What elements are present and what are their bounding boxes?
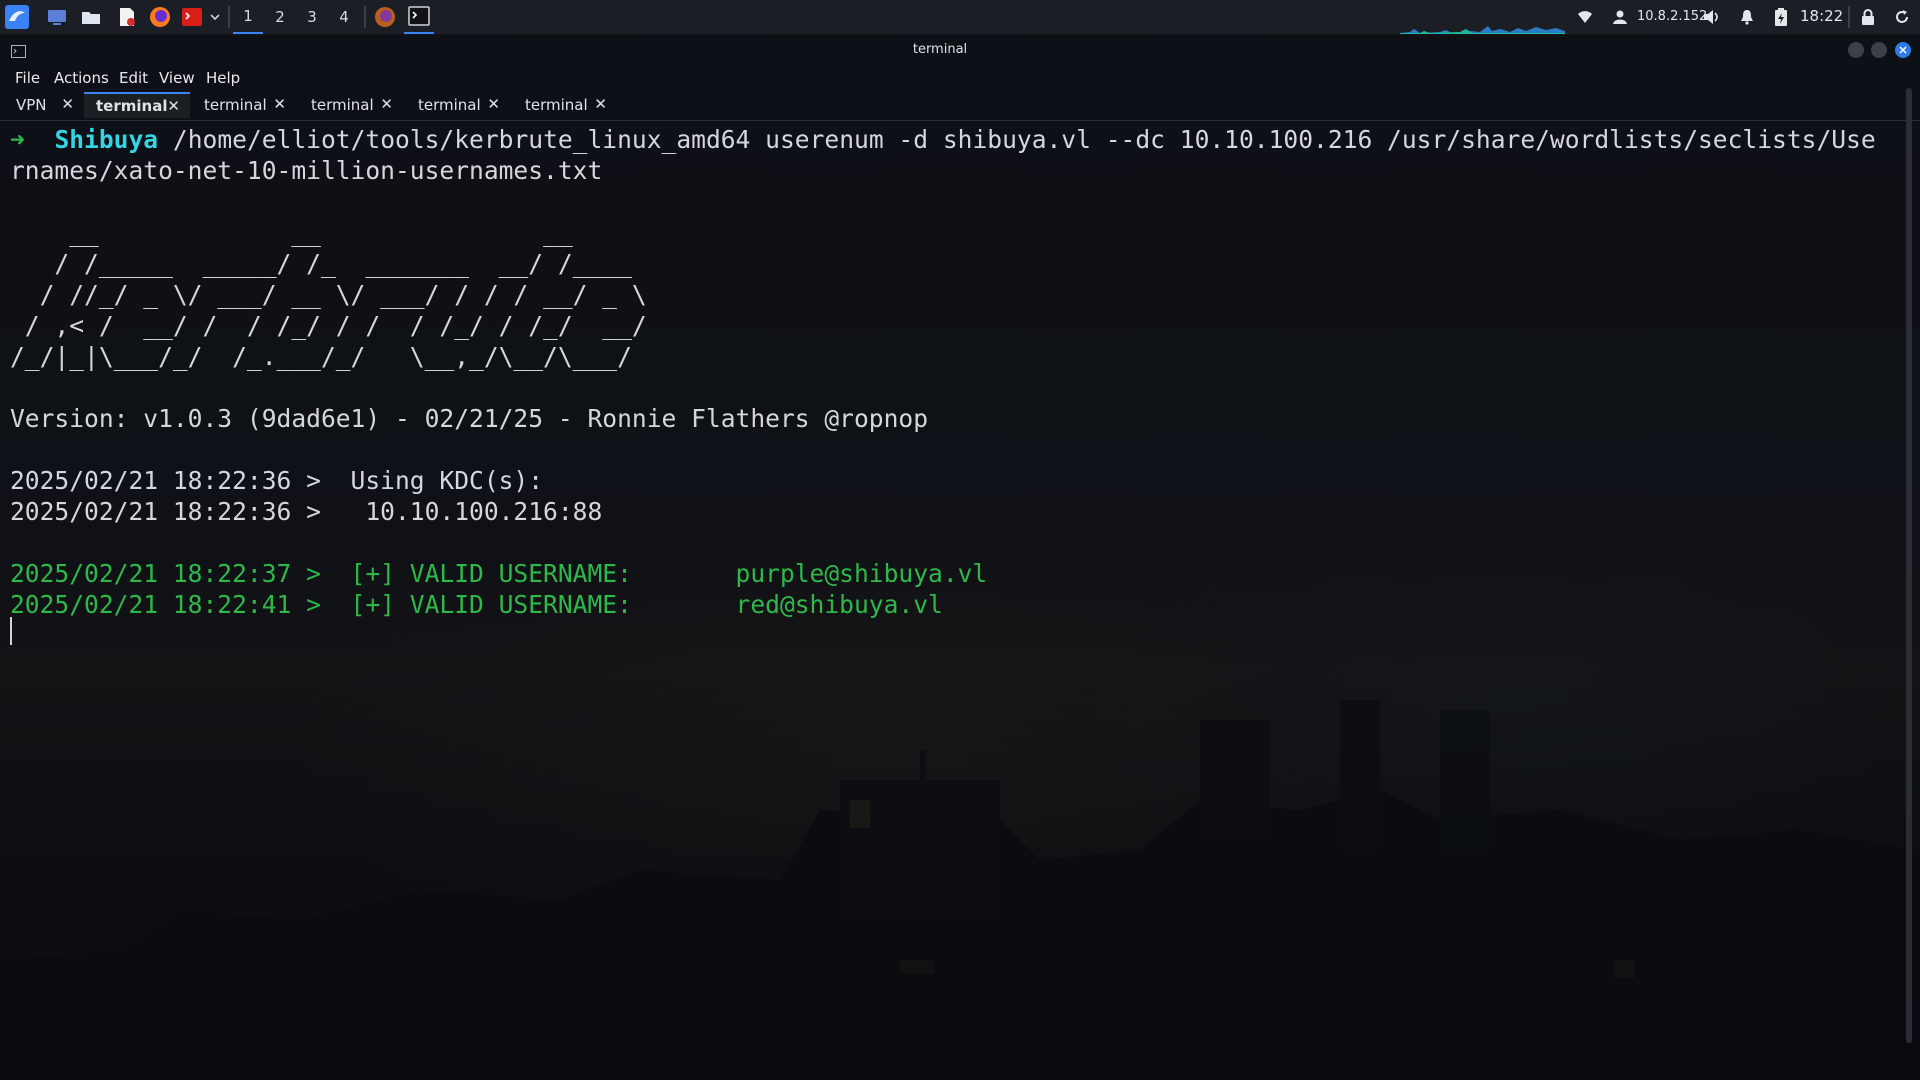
tab-label: terminal: [96, 97, 168, 115]
root-terminal-icon: [182, 8, 202, 26]
notifications-button[interactable]: [1737, 6, 1757, 28]
tab-close-icon[interactable]: ✕: [273, 95, 286, 113]
banner-line: __ __ __: [10, 218, 647, 247]
folder-icon: [82, 12, 100, 24]
tab-terminal-5[interactable]: terminal ✕: [513, 92, 617, 118]
clock[interactable]: 18:22: [1800, 7, 1843, 25]
menu-view[interactable]: View: [159, 69, 195, 87]
tab-close-icon[interactable]: ✕: [61, 95, 74, 113]
tab-label: terminal: [418, 96, 481, 114]
file-manager-launcher[interactable]: [80, 6, 102, 28]
banner-line: / //_/ _ \/ ___/ __ \/ ___/ / / / __/ _ …: [10, 280, 647, 309]
battery-charging-icon: [1775, 8, 1787, 26]
top-panel: 1 2 3 4 10.8.2.152 18:22: [0, 0, 1920, 35]
banner-line: /_/|_|\___/_/ /_.___/_/ \__,_/\__/\___/: [10, 342, 647, 371]
text-editor-icon: [120, 8, 135, 26]
power-status[interactable]: [1771, 6, 1791, 28]
network-activity-graph: [1400, 26, 1565, 34]
vpn-user-icon: [1613, 10, 1627, 24]
lock-icon: [1862, 9, 1874, 25]
tab-terminal-1[interactable]: terminal ✕: [84, 92, 190, 118]
command-text: /home/elliot/tools/kerbrute_linux_amd64 …: [172, 125, 1876, 154]
close-button[interactable]: [1895, 42, 1911, 58]
terminal-output[interactable]: ➜ Shibuya /home/elliot/tools/kerbrute_li…: [10, 124, 1900, 1074]
window-title: terminal: [912, 42, 968, 57]
terminal-icon: [408, 6, 430, 26]
panel-separator: [364, 6, 366, 28]
refresh-icon: [1896, 10, 1908, 23]
tab-close-icon[interactable]: ✕: [594, 95, 607, 113]
prompt-directory: Shibuya: [54, 125, 159, 154]
app-menu-button[interactable]: [4, 5, 30, 29]
launcher-dropdown[interactable]: [208, 6, 222, 28]
valid-username-line: 2025/02/21 18:22:41 > [+] VALID USERNAME…: [10, 590, 943, 619]
terminal-scrollbar[interactable]: [1906, 88, 1912, 1043]
tab-close-icon[interactable]: ✕: [487, 95, 500, 113]
wifi-icon: [1578, 11, 1592, 23]
workspace-4[interactable]: 4: [329, 0, 359, 34]
tab-label: VPN: [16, 96, 47, 114]
show-desktop-button[interactable]: [46, 6, 68, 28]
window-titlebar[interactable]: terminal: [0, 34, 1920, 66]
menu-actions[interactable]: Actions: [54, 69, 109, 87]
ip-address: 10.8.2.152: [1637, 9, 1708, 24]
menu-bar: File Actions Edit View Help: [0, 66, 1920, 90]
workspace-1[interactable]: 1: [233, 0, 263, 34]
tab-close-icon[interactable]: ✕: [167, 97, 180, 115]
tab-terminal-3[interactable]: terminal ✕: [299, 92, 403, 118]
text-editor-launcher[interactable]: [116, 6, 138, 28]
version-line: Version: v1.0.3 (9dad6e1) - 02/21/25 - R…: [10, 404, 929, 433]
menu-edit[interactable]: Edit: [119, 69, 148, 87]
firefox-icon: [375, 7, 395, 27]
tab-label: terminal: [525, 96, 588, 114]
maximize-button[interactable]: [1871, 42, 1887, 58]
workspace-2[interactable]: 2: [265, 0, 295, 34]
taskbar-firefox[interactable]: [372, 6, 398, 28]
firefox-launcher[interactable]: [148, 6, 172, 28]
valid-username-line: 2025/02/21 18:22:37 > [+] VALID USERNAME…: [10, 559, 988, 588]
volume-control[interactable]: [1702, 6, 1722, 28]
kdc-line: 2025/02/21 18:22:36 > Using KDC(s):: [10, 466, 544, 495]
tab-close-icon[interactable]: ✕: [380, 95, 393, 113]
chevron-down-icon: [210, 14, 220, 21]
logout-button[interactable]: [1892, 6, 1912, 28]
workspace-3[interactable]: 3: [297, 0, 327, 34]
taskbar-terminal[interactable]: [404, 0, 434, 34]
minimize-button[interactable]: [1848, 42, 1864, 58]
menu-file[interactable]: File: [15, 69, 40, 87]
tab-label: terminal: [204, 96, 267, 114]
kali-dragon-icon: [5, 5, 29, 29]
vpn-status[interactable]: [1610, 6, 1630, 28]
command-line-1: ➜ Shibuya /home/elliot/tools/kerbrute_li…: [10, 124, 1876, 155]
lock-screen-button[interactable]: [1858, 6, 1878, 28]
text-cursor: [10, 617, 12, 645]
bell-icon: [1741, 10, 1753, 25]
desktop-icon: [48, 10, 66, 25]
command-line-2: rnames/xato-net-10-million-usernames.txt: [10, 156, 603, 185]
tab-vpn[interactable]: VPN ✕: [4, 92, 84, 118]
prompt-arrow: ➜: [10, 125, 25, 154]
panel-separator: [1848, 6, 1850, 28]
panel-separator: [228, 6, 230, 28]
banner-line: / /_____ _____/ /_ _______ __/ /____: [10, 249, 647, 278]
tab-terminal-4[interactable]: terminal ✕: [406, 92, 510, 118]
banner-line: / ,< / __/ / / /_/ / / / /_/ / /_/ __/: [10, 311, 647, 340]
wifi-status[interactable]: [1575, 6, 1595, 28]
kdc-line: 2025/02/21 18:22:36 > 10.10.100.216:88: [10, 497, 603, 526]
volume-icon: [1704, 10, 1718, 24]
terminal-window: terminal File Actions Edit View Help VPN…: [0, 34, 1920, 1080]
tab-bar: VPN ✕ terminal ✕ terminal ✕ terminal ✕ t…: [0, 90, 1920, 121]
terminal-launcher-red[interactable]: [180, 6, 204, 28]
tab-label: terminal: [311, 96, 374, 114]
menu-help[interactable]: Help: [206, 69, 240, 87]
firefox-icon: [150, 7, 170, 27]
close-icon: [1899, 46, 1907, 54]
tab-terminal-2[interactable]: terminal ✕: [192, 92, 296, 118]
